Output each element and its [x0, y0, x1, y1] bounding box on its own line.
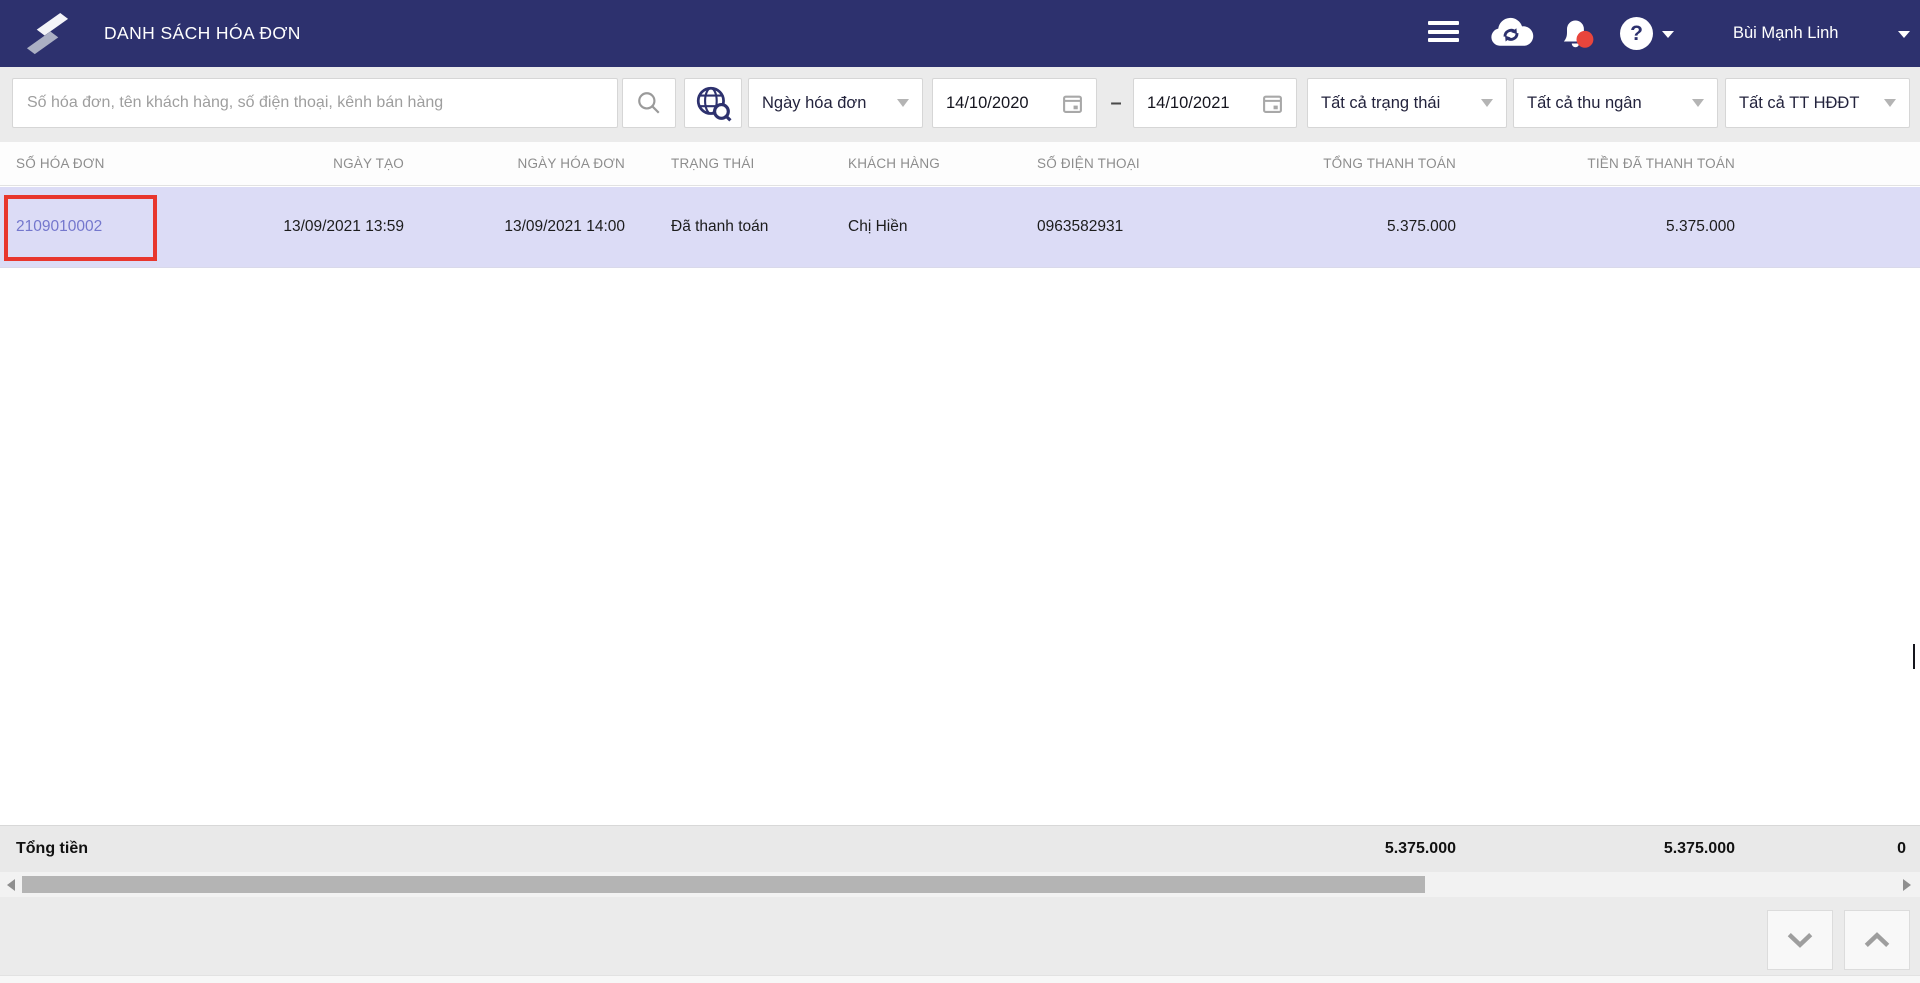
status-filter-select[interactable]: Tất cả trạng thái [1307, 78, 1507, 128]
bottom-pane [0, 897, 1920, 983]
chevron-up-icon [1864, 932, 1890, 947]
search-icon [638, 92, 660, 114]
menu-button[interactable] [1428, 21, 1459, 46]
totals-remaining: 0 [1897, 840, 1906, 857]
scroll-right-arrow-icon[interactable] [1903, 879, 1911, 891]
col-customer: KHÁCH HÀNG [848, 156, 941, 171]
sales-channel-button[interactable] [684, 78, 742, 128]
user-menu[interactable]: Bùi Mạnh Linh [1733, 0, 1839, 67]
col-created-at: NGÀY TẠO [333, 156, 404, 171]
totals-paid-amount: 5.375.000 [1663, 840, 1735, 857]
bottom-strip [0, 975, 1920, 983]
text-cursor-artifact [1913, 644, 1915, 669]
app-logo[interactable] [24, 10, 71, 57]
date-range-separator: – [1110, 91, 1122, 114]
caret-down-icon [897, 99, 909, 107]
col-total-payment: TỔNG THANH TOÁN [1323, 156, 1456, 171]
scrollbar-thumb[interactable] [22, 876, 1425, 893]
invoice-list-screen: DANH SÁCH HÓA ĐƠN ? Bùi Mạnh Linh Số hóa… [0, 0, 1920, 983]
created-at-cell: 13/09/2021 13:59 [283, 218, 404, 235]
scroll-down-button[interactable] [1767, 910, 1833, 970]
einvoice-filter-select[interactable]: Tất cả TT HĐĐT [1725, 78, 1910, 128]
col-status: TRẠNG THÁI [671, 156, 755, 171]
customer-cell: Chị Hiền [848, 218, 908, 235]
col-invoice-date: NGÀY HÓA ĐƠN [517, 156, 625, 171]
sync-button[interactable] [1487, 14, 1534, 56]
search-button[interactable] [622, 78, 676, 128]
totals-label: Tổng tiền [16, 840, 88, 857]
status-filter-label: Tất cả trạng thái [1321, 93, 1441, 112]
date-from-value: 14/10/2020 [946, 93, 1029, 112]
date-from-field[interactable]: 14/10/2020 [932, 78, 1097, 128]
phone-cell: 0963582931 [1037, 218, 1124, 235]
user-name-label: Bùi Mạnh Linh [1733, 24, 1839, 42]
date-type-label: Ngày hóa đơn [762, 93, 867, 112]
invoice-number-link[interactable]: 2109010002 [16, 218, 102, 235]
total-payment-cell: 5.375.000 [1387, 218, 1456, 235]
col-paid-amount: TIỀN ĐÃ THANH TOÁN [1587, 156, 1735, 171]
totals-total-payment: 5.375.000 [1384, 840, 1456, 857]
notifications-button[interactable] [1558, 14, 1595, 57]
bell-icon [1563, 20, 1594, 48]
question-icon: ? [1630, 21, 1643, 45]
totals-row: Tổng tiền 5.375.000 5.375.000 0 [0, 825, 1920, 872]
chevron-down-icon [1787, 933, 1813, 948]
cashier-filter-select[interactable]: Tất cả thu ngân [1513, 78, 1718, 128]
cashier-filter-label: Tất cả thu ngân [1527, 93, 1642, 112]
calendar-icon [1263, 95, 1282, 113]
status-cell: Đã thanh toán [671, 218, 769, 235]
scroll-up-button[interactable] [1844, 910, 1910, 970]
horizontal-scrollbar[interactable] [0, 872, 1920, 897]
help-caret-icon [1662, 31, 1674, 38]
invoice-date-cell: 13/09/2021 14:00 [504, 218, 625, 235]
caret-down-icon [1692, 99, 1704, 107]
globe-search-icon [696, 86, 732, 122]
date-to-field[interactable]: 14/10/2021 [1133, 78, 1297, 128]
filter-bar: Ngày hóa đơn 14/10/2020 – 14/10/2021 Tất… [0, 67, 1920, 142]
notification-badge [1576, 30, 1594, 48]
hamburger-icon [1428, 21, 1459, 25]
caret-down-icon [1884, 99, 1896, 107]
caret-down-icon [1481, 99, 1493, 107]
sapo-logo-icon [26, 12, 69, 55]
date-to-value: 14/10/2021 [1147, 93, 1230, 112]
scroll-left-arrow-icon[interactable] [7, 879, 15, 891]
top-navbar: DANH SÁCH HÓA ĐƠN ? Bùi Mạnh Linh [0, 0, 1920, 67]
help-button[interactable]: ? [1620, 17, 1653, 50]
einvoice-filter-label: Tất cả TT HĐĐT [1739, 93, 1860, 112]
paid-amount-cell: 5.375.000 [1666, 218, 1735, 235]
table-header: SỐ HÓA ĐƠN NGÀY TẠO NGÀY HÓA ĐƠN TRẠNG T… [0, 142, 1920, 186]
search-input[interactable] [12, 78, 618, 128]
user-caret-icon[interactable] [1898, 31, 1910, 38]
date-type-select[interactable]: Ngày hóa đơn [748, 78, 923, 128]
col-phone: SỐ ĐIỆN THOẠI [1037, 156, 1140, 171]
invoice-table-row[interactable]: 2109010002 13/09/2021 13:59 13/09/2021 1… [0, 187, 1920, 268]
col-invoice-no: SỐ HÓA ĐƠN [16, 156, 105, 171]
page-title: DANH SÁCH HÓA ĐƠN [104, 23, 301, 43]
cloud-sync-icon [1491, 17, 1534, 46]
calendar-icon [1063, 95, 1082, 113]
